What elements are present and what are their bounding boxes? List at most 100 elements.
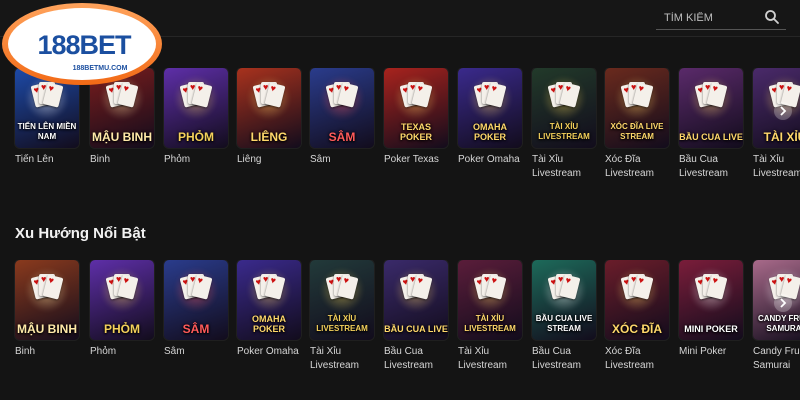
- playing-cards-icon: ♥ ♥ ♥: [547, 272, 581, 306]
- game-art-title: PHỎM: [178, 130, 214, 144]
- game-thumbnail[interactable]: ♥ ♥ ♥ SÂM: [310, 68, 374, 148]
- playing-cards-icon: ♥ ♥ ♥: [473, 272, 507, 306]
- game-art-title: SÂM: [182, 322, 210, 336]
- search-icon[interactable]: [764, 9, 780, 25]
- game-thumbnail[interactable]: ♥ ♥ ♥ BẦU CUA LIVE STREAM: [532, 260, 596, 340]
- chevron-right-icon: [780, 298, 787, 308]
- game-thumbnail[interactable]: ♥ ♥ ♥ BẦU CUA LIVE: [679, 68, 743, 148]
- game-thumbnail[interactable]: ♥ ♥ ♥ XÓC ĐĨA: [605, 260, 669, 340]
- game-tile-tai-xiu-livestream[interactable]: ♥ ♥ ♥ TÀI XỈU LIVESTREAM Tài Xỉu Livestream: [458, 260, 522, 373]
- row-1-next-button[interactable]: [774, 102, 792, 120]
- game-art-title: OMAHA POKER: [473, 122, 507, 142]
- game-label[interactable]: Bầu Cua Livestream: [679, 153, 743, 181]
- game-tile-poker-omaha[interactable]: ♥ ♥ ♥ OMAHA POKER Poker Omaha: [458, 68, 522, 167]
- game-label[interactable]: Liêng: [237, 153, 301, 167]
- game-tile-poker-omaha[interactable]: ♥ ♥ ♥ OMAHA POKER Poker Omaha: [237, 260, 301, 359]
- game-art-title: TÀI XỈU LIVESTREAM: [464, 314, 516, 333]
- playing-cards-icon: ♥ ♥ ♥: [620, 80, 654, 114]
- svg-text:188BET: 188BET: [37, 30, 132, 60]
- game-thumbnail[interactable]: ♥ ♥ ♥ BẦU CUA LIVE: [384, 260, 448, 340]
- game-tile-tai-xiu-livestream[interactable]: ♥♥♥TÀI XỈUTài Xỉu Livestream: [753, 68, 800, 181]
- game-label[interactable]: Sâm: [164, 345, 228, 359]
- game-thumbnail[interactable]: ♥ ♥ ♥ LIÊNG: [237, 68, 301, 148]
- playing-cards-icon: ♥ ♥ ♥: [399, 272, 433, 306]
- game-tile-lieng[interactable]: ♥ ♥ ♥ LIÊNG Liêng: [237, 68, 301, 167]
- row-2-next-button[interactable]: [774, 294, 792, 312]
- game-art-title: BẦU CUA LIVE: [679, 132, 743, 142]
- game-art-title: TIẾN LÊN MIỀN NAM: [17, 122, 77, 141]
- game-label[interactable]: Poker Texas: [384, 153, 448, 167]
- game-tile-bau-cua-livestream[interactable]: ♥ ♥ ♥ BẦU CUA LIVE Bầu Cua Livestream: [679, 68, 743, 181]
- search-input[interactable]: [662, 8, 762, 28]
- game-label[interactable]: Tài Xỉu Livestream: [753, 153, 800, 181]
- game-art-title: BẦU CUA LIVE: [384, 324, 448, 334]
- game-label[interactable]: Poker Omaha: [458, 153, 522, 167]
- game-label[interactable]: Poker Omaha: [237, 345, 301, 359]
- search-box[interactable]: [656, 5, 786, 30]
- playing-cards-icon: ♥ ♥ ♥: [30, 272, 64, 306]
- game-tile-poker-texas[interactable]: ♥ ♥ ♥ TEXAS POKER Poker Texas: [384, 68, 448, 167]
- game-art-title: TÀI XỈU LIVESTREAM: [316, 314, 368, 333]
- game-thumbnail[interactable]: ♥ ♥ ♥ TÀI XỈU LIVESTREAM: [310, 260, 374, 340]
- playing-cards-icon: ♥ ♥ ♥: [325, 80, 359, 114]
- game-label[interactable]: Bầu Cua Livestream: [384, 345, 448, 373]
- game-label[interactable]: Phỏm: [164, 153, 228, 167]
- game-thumbnail[interactable]: ♥ ♥ ♥ TÀI XỈU LIVESTREAM: [458, 260, 522, 340]
- brand-logo[interactable]: 188BET 188BETMU.COM: [0, 0, 165, 88]
- playing-cards-icon: ♥ ♥ ♥: [252, 272, 286, 306]
- section-title-trending: Xu Hướng Nổi Bật: [15, 225, 146, 242]
- game-tile-phom[interactable]: ♥ ♥ ♥ PHỎM Phỏm: [164, 68, 228, 167]
- playing-cards-icon: ♥ ♥ ♥: [105, 272, 139, 306]
- game-tile-candy-fruit-samurai[interactable]: ♥♥♥CANDY FRUIT SAMURAICandy Fruit Samura…: [753, 260, 800, 373]
- game-tile-bau-cua-livestream[interactable]: ♥ ♥ ♥ BẦU CUA LIVE Bầu Cua Livestream: [384, 260, 448, 373]
- playing-cards-icon: ♥ ♥ ♥: [252, 80, 286, 114]
- playing-cards-icon: ♥ ♥ ♥: [179, 272, 213, 306]
- game-label[interactable]: Tiến Lên: [15, 153, 79, 167]
- game-art-title: TÀI XỈU: [763, 130, 800, 144]
- game-label[interactable]: Binh: [15, 345, 79, 359]
- svg-text:188BETMU.COM: 188BETMU.COM: [73, 65, 128, 72]
- game-label[interactable]: Xóc Đĩa Livestream: [605, 345, 669, 373]
- game-thumbnail[interactable]: ♥ ♥ ♥ TEXAS POKER: [384, 68, 448, 148]
- game-thumbnail[interactable]: ♥ ♥ ♥ XÓC ĐĨA LIVE STREAM: [605, 68, 669, 148]
- game-label[interactable]: Binh: [90, 153, 154, 167]
- game-label[interactable]: Mini Poker: [679, 345, 743, 359]
- game-thumbnail[interactable]: ♥ ♥ ♥ TÀI XỈU LIVESTREAM: [532, 68, 596, 148]
- playing-cards-icon: ♥ ♥ ♥: [620, 272, 654, 306]
- game-thumbnail[interactable]: ♥ ♥ ♥ PHỎM: [164, 68, 228, 148]
- game-tile-bau-cua-livestream[interactable]: ♥ ♥ ♥ BẦU CUA LIVE STREAM Bầu Cua Livestream: [532, 260, 596, 373]
- game-art-title: MINI POKER: [684, 324, 738, 334]
- game-thumbnail[interactable]: ♥ ♥ ♥ MẬU BINH: [15, 260, 79, 340]
- game-tile-xoc-dia-livestream[interactable]: ♥ ♥ ♥ XÓC ĐĨA Xóc Đĩa Livestream: [605, 260, 669, 373]
- game-thumbnail[interactable]: ♥ ♥ ♥ MINI POKER: [679, 260, 743, 340]
- game-tile-tai-xiu-livestream[interactable]: ♥ ♥ ♥ TÀI XỈU LIVESTREAM Tài Xỉu Livestream: [310, 260, 374, 373]
- game-thumbnail[interactable]: ♥ ♥ ♥ OMAHA POKER: [458, 68, 522, 148]
- game-thumbnail[interactable]: ♥ ♥ ♥ SÂM: [164, 260, 228, 340]
- chevron-right-icon: [780, 106, 787, 116]
- game-tile-sam[interactable]: ♥ ♥ ♥ SÂM Sâm: [310, 68, 374, 167]
- playing-cards-icon: ♥ ♥ ♥: [694, 272, 728, 306]
- playing-cards-icon: ♥ ♥ ♥: [473, 80, 507, 114]
- game-art-title: TÀI XỈU LIVESTREAM: [538, 122, 590, 141]
- game-label[interactable]: Tài Xỉu Livestream: [310, 345, 374, 373]
- game-tile-mini-poker[interactable]: ♥ ♥ ♥ MINI POKER Mini Poker: [679, 260, 743, 359]
- game-label[interactable]: Phỏm: [90, 345, 154, 359]
- game-label[interactable]: Bầu Cua Livestream: [532, 345, 596, 373]
- playing-cards-icon: ♥ ♥ ♥: [399, 80, 433, 114]
- game-label[interactable]: Tài Xỉu Livestream: [532, 153, 596, 181]
- game-thumbnail[interactable]: ♥ ♥ ♥ OMAHA POKER: [237, 260, 301, 340]
- game-art-title: PHỎM: [104, 322, 140, 336]
- game-label[interactable]: Sâm: [310, 153, 374, 167]
- game-label[interactable]: Xóc Đĩa Livestream: [605, 153, 669, 181]
- game-label[interactable]: Candy Fruit Samurai: [753, 345, 800, 373]
- game-tile-sam[interactable]: ♥ ♥ ♥ SÂM Sâm: [164, 260, 228, 359]
- game-tile-binh[interactable]: ♥ ♥ ♥ MẬU BINH Binh: [15, 260, 79, 359]
- game-label[interactable]: Tài Xỉu Livestream: [458, 345, 522, 373]
- game-thumbnail[interactable]: ♥ ♥ ♥ PHỎM: [90, 260, 154, 340]
- playing-cards-icon: ♥ ♥ ♥: [179, 80, 213, 114]
- game-art-title: MẬU BINH: [17, 322, 77, 336]
- game-tile-xoc-dia-livestream[interactable]: ♥ ♥ ♥ XÓC ĐĨA LIVE STREAM Xóc Đĩa Livestream: [605, 68, 669, 181]
- game-tile-phom[interactable]: ♥ ♥ ♥ PHỎM Phỏm: [90, 260, 154, 359]
- game-tile-tai-xiu-livestream[interactable]: ♥ ♥ ♥ TÀI XỈU LIVESTREAM Tài Xỉu Livestream: [532, 68, 596, 181]
- game-row-2: ♥ ♥ ♥ MẬU BINH Binh ♥ ♥ ♥ PHỎM Phỏm ♥ ♥ ♥ SÂM Sâm ♥ ♥ ♥ OM…: [0, 260, 800, 380]
